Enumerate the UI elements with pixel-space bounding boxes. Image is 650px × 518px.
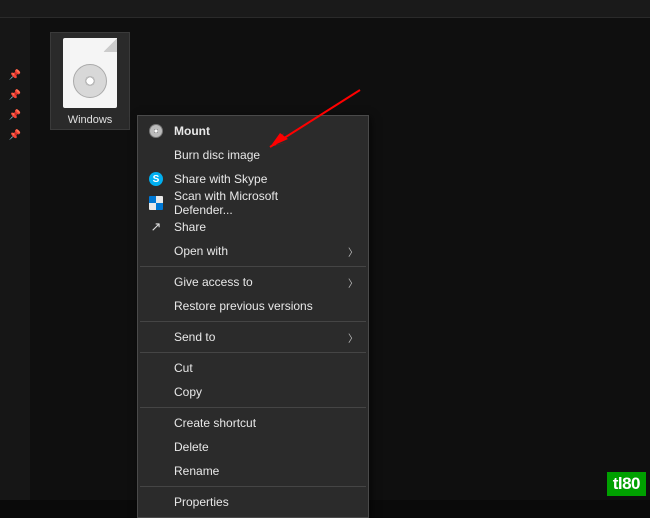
share-icon: ↗ xyxy=(148,219,164,235)
scan-defender-menu-item[interactable]: Scan with Microsoft Defender... xyxy=(138,191,368,215)
mount-menu-item[interactable]: Mount xyxy=(138,119,368,143)
menu-label: Copy xyxy=(174,385,202,399)
pin-icon[interactable]: 📌 xyxy=(10,130,20,140)
menu-label: Open with xyxy=(174,244,228,258)
rename-menu-item[interactable]: Rename xyxy=(138,459,368,483)
menu-label: Burn disc image xyxy=(174,148,260,162)
copy-menu-item[interactable]: Copy xyxy=(138,380,368,404)
give-access-menu-item[interactable]: Give access to 〉 xyxy=(138,270,368,294)
properties-menu-item[interactable]: Properties xyxy=(138,490,368,514)
chevron-right-icon: 〉 xyxy=(348,275,358,290)
create-shortcut-menu-item[interactable]: Create shortcut xyxy=(138,411,368,435)
menu-label: Give access to xyxy=(174,275,253,289)
menu-separator xyxy=(140,352,366,353)
pin-icon[interactable]: 📌 xyxy=(10,70,20,80)
menu-label: Scan with Microsoft Defender... xyxy=(174,189,338,217)
skype-icon: S xyxy=(148,171,164,187)
pin-icon[interactable]: 📌 xyxy=(10,110,20,120)
chevron-right-icon: 〉 xyxy=(348,330,358,345)
menu-label: Properties xyxy=(174,495,229,509)
share-skype-menu-item[interactable]: S Share with Skype xyxy=(138,167,368,191)
menu-label: Send to xyxy=(174,330,215,344)
menu-separator xyxy=(140,486,366,487)
iso-file-item[interactable]: Windows xyxy=(50,32,130,130)
menu-label: Create shortcut xyxy=(174,416,256,430)
menu-separator xyxy=(140,321,366,322)
watermark-badge: tl80 xyxy=(607,472,646,496)
menu-label: Share xyxy=(174,220,206,234)
context-menu: Mount Burn disc image S Share with Skype… xyxy=(137,115,369,518)
restore-versions-menu-item[interactable]: Restore previous versions xyxy=(138,294,368,318)
menu-label: Mount xyxy=(174,124,210,138)
share-menu-item[interactable]: ↗ Share xyxy=(138,215,368,239)
menu-label: Share with Skype xyxy=(174,172,267,186)
pin-icon[interactable]: 📌 xyxy=(10,90,20,100)
burn-disc-image-menu-item[interactable]: Burn disc image xyxy=(138,143,368,167)
quick-access-sidebar: 📌 📌 📌 📌 xyxy=(0,18,30,500)
menu-label: Restore previous versions xyxy=(174,299,313,313)
window-titlebar xyxy=(0,0,650,18)
menu-label: Rename xyxy=(174,464,219,478)
cut-menu-item[interactable]: Cut xyxy=(138,356,368,380)
menu-label: Cut xyxy=(174,361,193,375)
open-with-menu-item[interactable]: Open with 〉 xyxy=(138,239,368,263)
send-to-menu-item[interactable]: Send to 〉 xyxy=(138,325,368,349)
file-label: Windows xyxy=(54,114,126,126)
disc-icon xyxy=(148,123,164,139)
menu-separator xyxy=(140,407,366,408)
chevron-right-icon: 〉 xyxy=(348,244,358,259)
disc-image-file-icon xyxy=(63,38,117,108)
shield-icon xyxy=(148,195,164,211)
menu-label: Delete xyxy=(174,440,209,454)
menu-separator xyxy=(140,266,366,267)
delete-menu-item[interactable]: Delete xyxy=(138,435,368,459)
